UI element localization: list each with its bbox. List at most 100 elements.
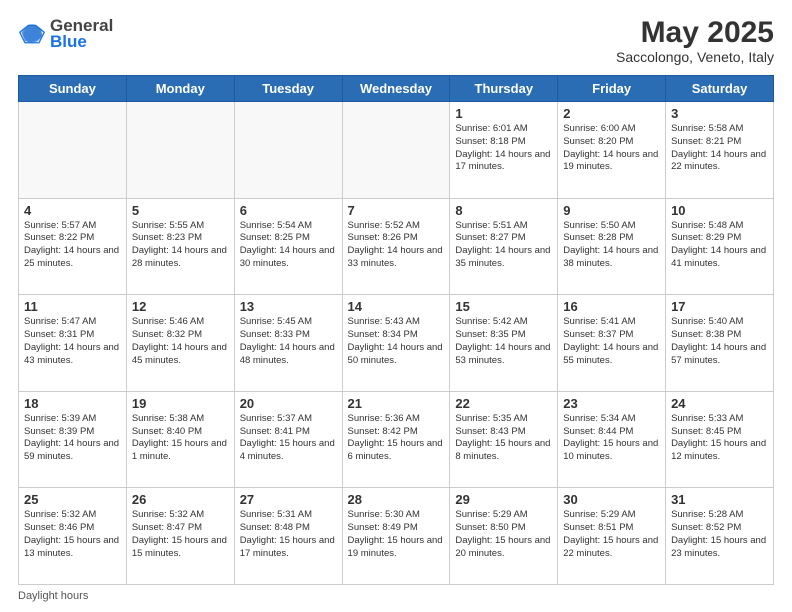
day-info: Sunrise: 6:00 AM Sunset: 8:20 PM Dayligh… — [563, 123, 660, 174]
calendar-cell: 13Sunrise: 5:45 AM Sunset: 8:33 PM Dayli… — [234, 295, 342, 392]
calendar-cell: 25Sunrise: 5:32 AM Sunset: 8:46 PM Dayli… — [19, 488, 127, 585]
calendar-cell: 31 Sunrise: 5:28 AM Sunset: 8:52 PM Dayli… — [666, 488, 774, 585]
day-number: 27 — [240, 492, 337, 507]
calendar-cell: 29 Sunrise: 5:29 AM Sunset: 8:50 PM Dayli… — [450, 488, 558, 585]
calendar-cell: 24 Sunrise: 5:33 AM Sunset: 8:45 PM Dayli… — [666, 391, 774, 488]
calendar-day-header: Monday — [126, 76, 234, 102]
generalblue-logo-icon — [18, 20, 46, 48]
calendar-day-header: Sunday — [19, 76, 127, 102]
day-number: 10 — [671, 203, 768, 218]
calendar-cell: 16 Sunrise: 5:41 AM Sunset: 8:37 PM Dayli… — [558, 295, 666, 392]
day-info: Sunrise: 5:37 AM Sunset: 8:41 PM Dayligh… — [240, 413, 337, 464]
calendar-week-row: 11 Sunrise: 5:47 AM Sunset: 8:31 PM Dayli… — [19, 295, 774, 392]
day-info: Sunrise: 5:28 AM Sunset: 8:52 PM Dayligh… — [671, 509, 768, 560]
day-info: Sunrise: 5:43 AM Sunset: 8:34 PM Dayligh… — [348, 316, 445, 367]
calendar-cell: 15 Sunrise: 5:42 AM Sunset: 8:35 PM Dayli… — [450, 295, 558, 392]
calendar-cell — [234, 102, 342, 199]
calendar-day-header: Tuesday — [234, 76, 342, 102]
day-info: Sunrise: 5:41 AM Sunset: 8:37 PM Dayligh… — [563, 316, 660, 367]
footer-note: Daylight hours — [18, 590, 774, 602]
day-number: 16 — [563, 299, 660, 314]
calendar-header-row: SundayMondayTuesdayWednesdayThursdayFrid… — [19, 76, 774, 102]
day-info: Sunrise: 5:58 AM Sunset: 8:21 PM Dayligh… — [671, 123, 768, 174]
calendar-cell: 28Sunrise: 5:30 AM Sunset: 8:49 PM Dayli… — [342, 488, 450, 585]
calendar-week-row: 18 Sunrise: 5:39 AM Sunset: 8:39 PM Dayli… — [19, 391, 774, 488]
calendar-cell: 4 Sunrise: 5:57 AM Sunset: 8:22 PM Daylig… — [19, 198, 127, 295]
day-info: Sunrise: 5:46 AM Sunset: 8:32 PM Dayligh… — [132, 316, 229, 367]
day-number: 20 — [240, 396, 337, 411]
day-number: 18 — [24, 396, 121, 411]
calendar-cell — [19, 102, 127, 199]
day-info: Sunrise: 6:01 AM Sunset: 8:18 PM Dayligh… — [455, 123, 552, 174]
calendar-cell: 22Sunrise: 5:35 AM Sunset: 8:43 PM Dayli… — [450, 391, 558, 488]
day-number: 7 — [348, 203, 445, 218]
calendar-cell: 17 Sunrise: 5:40 AM Sunset: 8:38 PM Dayli… — [666, 295, 774, 392]
calendar-cell: 11 Sunrise: 5:47 AM Sunset: 8:31 PM Dayli… — [19, 295, 127, 392]
calendar-day-header: Saturday — [666, 76, 774, 102]
calendar-cell — [126, 102, 234, 199]
day-info: Sunrise: 5:36 AM Sunset: 8:42 PM Dayligh… — [348, 413, 445, 464]
day-number: 5 — [132, 203, 229, 218]
day-number: 21 — [348, 396, 445, 411]
day-number: 30 — [563, 492, 660, 507]
calendar-cell — [342, 102, 450, 199]
logo: General Blue — [18, 16, 113, 52]
calendar-cell: 7 Sunrise: 5:52 AM Sunset: 8:26 PM Daylig… — [342, 198, 450, 295]
day-number: 14 — [348, 299, 445, 314]
calendar-cell: 27Sunrise: 5:31 AM Sunset: 8:48 PM Dayli… — [234, 488, 342, 585]
calendar-day-header: Thursday — [450, 76, 558, 102]
month-title: May 2025 — [616, 16, 774, 49]
calendar-cell: 12Sunrise: 5:46 AM Sunset: 8:32 PM Dayli… — [126, 295, 234, 392]
calendar-cell: 2Sunrise: 6:00 AM Sunset: 8:20 PM Daylig… — [558, 102, 666, 199]
day-number: 24 — [671, 396, 768, 411]
calendar-day-header: Friday — [558, 76, 666, 102]
day-number: 6 — [240, 203, 337, 218]
calendar-cell: 3Sunrise: 5:58 AM Sunset: 8:21 PM Daylig… — [666, 102, 774, 199]
calendar-cell: 14 Sunrise: 5:43 AM Sunset: 8:34 PM Dayli… — [342, 295, 450, 392]
title-block: May 2025 Saccolongo, Veneto, Italy — [616, 16, 774, 65]
calendar-cell: 6 Sunrise: 5:54 AM Sunset: 8:25 PM Daylig… — [234, 198, 342, 295]
calendar-cell: 19Sunrise: 5:38 AM Sunset: 8:40 PM Dayli… — [126, 391, 234, 488]
day-number: 31 — [671, 492, 768, 507]
day-number: 29 — [455, 492, 552, 507]
calendar-day-header: Wednesday — [342, 76, 450, 102]
day-info: Sunrise: 5:30 AM Sunset: 8:49 PM Dayligh… — [348, 509, 445, 560]
day-info: Sunrise: 5:39 AM Sunset: 8:39 PM Dayligh… — [24, 413, 121, 464]
day-number: 4 — [24, 203, 121, 218]
day-info: Sunrise: 5:40 AM Sunset: 8:38 PM Dayligh… — [671, 316, 768, 367]
calendar-cell: 1 Sunrise: 6:01 AM Sunset: 8:18 PM Daylig… — [450, 102, 558, 199]
daylight-label: Daylight hours — [18, 590, 88, 602]
day-info: Sunrise: 5:47 AM Sunset: 8:31 PM Dayligh… — [24, 316, 121, 367]
day-info: Sunrise: 5:42 AM Sunset: 8:35 PM Dayligh… — [455, 316, 552, 367]
day-number: 9 — [563, 203, 660, 218]
calendar-cell: 10 Sunrise: 5:48 AM Sunset: 8:29 PM Dayli… — [666, 198, 774, 295]
calendar-cell: 18 Sunrise: 5:39 AM Sunset: 8:39 PM Dayli… — [19, 391, 127, 488]
day-number: 8 — [455, 203, 552, 218]
location: Saccolongo, Veneto, Italy — [616, 49, 774, 65]
day-info: Sunrise: 5:57 AM Sunset: 8:22 PM Dayligh… — [24, 220, 121, 271]
day-number: 26 — [132, 492, 229, 507]
calendar-table: SundayMondayTuesdayWednesdayThursdayFrid… — [18, 75, 774, 585]
day-info: Sunrise: 5:54 AM Sunset: 8:25 PM Dayligh… — [240, 220, 337, 271]
calendar-cell: 5 Sunrise: 5:55 AM Sunset: 8:23 PM Daylig… — [126, 198, 234, 295]
calendar-week-row: 4 Sunrise: 5:57 AM Sunset: 8:22 PM Daylig… — [19, 198, 774, 295]
day-info: Sunrise: 5:45 AM Sunset: 8:33 PM Dayligh… — [240, 316, 337, 367]
day-number: 15 — [455, 299, 552, 314]
day-info: Sunrise: 5:38 AM Sunset: 8:40 PM Dayligh… — [132, 413, 229, 464]
calendar-cell: 21 Sunrise: 5:36 AM Sunset: 8:42 PM Dayli… — [342, 391, 450, 488]
day-number: 11 — [24, 299, 121, 314]
calendar-cell: 30 Sunrise: 5:29 AM Sunset: 8:51 PM Dayli… — [558, 488, 666, 585]
day-number: 1 — [455, 106, 552, 121]
header: General Blue May 2025 Saccolongo, Veneto… — [18, 16, 774, 65]
day-info: Sunrise: 5:52 AM Sunset: 8:26 PM Dayligh… — [348, 220, 445, 271]
day-info: Sunrise: 5:50 AM Sunset: 8:28 PM Dayligh… — [563, 220, 660, 271]
day-info: Sunrise: 5:55 AM Sunset: 8:23 PM Dayligh… — [132, 220, 229, 271]
day-info: Sunrise: 5:29 AM Sunset: 8:51 PM Dayligh… — [563, 509, 660, 560]
day-info: Sunrise: 5:29 AM Sunset: 8:50 PM Dayligh… — [455, 509, 552, 560]
day-number: 17 — [671, 299, 768, 314]
day-info: Sunrise: 5:48 AM Sunset: 8:29 PM Dayligh… — [671, 220, 768, 271]
calendar-week-row: 1 Sunrise: 6:01 AM Sunset: 8:18 PM Daylig… — [19, 102, 774, 199]
day-number: 25 — [24, 492, 121, 507]
page: General Blue May 2025 Saccolongo, Veneto… — [0, 0, 792, 612]
day-info: Sunrise: 5:33 AM Sunset: 8:45 PM Dayligh… — [671, 413, 768, 464]
